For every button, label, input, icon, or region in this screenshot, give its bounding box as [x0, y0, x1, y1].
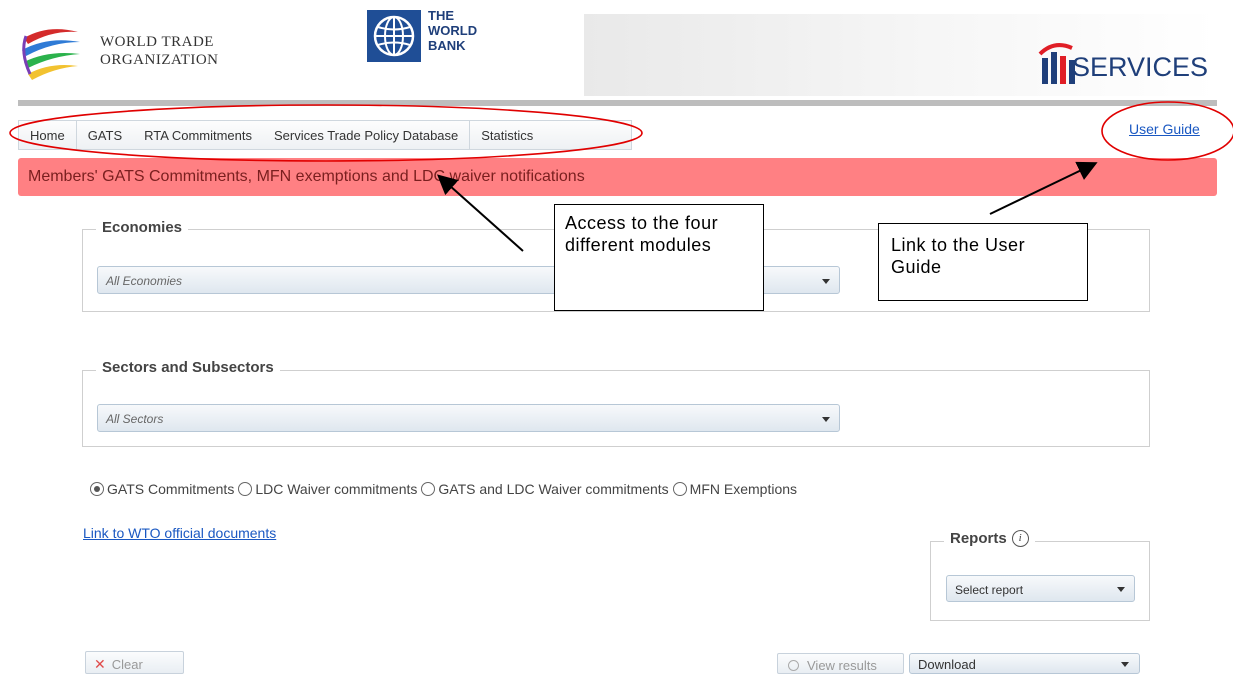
radio-label-gats-commitments: GATS Commitments: [107, 481, 235, 497]
sectors-legend: Sectors and Subsectors: [96, 359, 280, 376]
reports-legend: Reports i: [944, 530, 1035, 547]
wto-name-line1: WORLD TRADE: [100, 34, 214, 50]
user-guide-link[interactable]: User Guide: [1129, 121, 1200, 137]
radio-gats-commitments[interactable]: [90, 482, 104, 496]
radio-label-gats-and-ldc-waiver: GATS and LDC Waiver commitments: [438, 481, 669, 497]
radio-mfn-exemptions[interactable]: [672, 482, 687, 496]
download-select[interactable]: Download: [909, 653, 1140, 674]
chevron-down-icon: [1121, 662, 1129, 667]
chevron-down-icon: [822, 417, 830, 422]
view-results-label: View results: [807, 658, 877, 673]
economies-selected-value: All Economies: [106, 274, 183, 288]
page-title: Members' GATS Commitments, MFN exemption…: [18, 158, 1217, 196]
commitment-type-radios: GATS Commitments LDC Waiver commitments …: [90, 481, 801, 497]
radio-label-mfn-exemptions: MFN Exemptions: [689, 481, 798, 497]
search-icon: [788, 660, 799, 671]
wb-name-line1: THE: [428, 8, 454, 23]
wto-logo-icon: [18, 22, 88, 82]
main-nav: Home GATS RTA Commitments Services Trade…: [18, 120, 632, 150]
nav-item-rta-commitments[interactable]: RTA Commitments: [133, 121, 263, 149]
wto-official-documents-link[interactable]: Link to WTO official documents: [83, 525, 276, 541]
nav-item-gats[interactable]: GATS: [77, 121, 133, 149]
reports-selected-value: Select report: [955, 583, 1024, 597]
info-icon[interactable]: i: [1011, 530, 1029, 547]
chevron-down-icon: [1117, 587, 1125, 592]
i-tip-label: SERVICES: [1072, 52, 1209, 82]
wto-name-line2: ORGANIZATION: [100, 52, 219, 68]
close-icon: ✕: [94, 656, 106, 672]
nav-item-home[interactable]: Home: [19, 121, 77, 149]
modules-annotation-box: Access to the four different modules: [554, 204, 764, 311]
reports-legend-label: Reports: [950, 530, 1007, 547]
sectors-selected-value: All Sectors: [106, 412, 164, 426]
nav-item-statistics[interactable]: Statistics: [470, 121, 544, 149]
user-guide-annotation-box: Link to the User Guide: [878, 223, 1088, 301]
download-selected-value: Download: [918, 657, 976, 672]
view-results-button[interactable]: View results: [777, 653, 904, 674]
wb-name-line2: WORLD: [428, 23, 478, 38]
radio-ldc-waiver-commitments[interactable]: [238, 482, 253, 496]
clear-button[interactable]: ✕ Clear: [85, 651, 184, 674]
radio-label-ldc-waiver-commitments: LDC Waiver commitments: [255, 481, 418, 497]
chevron-down-icon: [822, 279, 830, 284]
clear-button-label: Clear: [111, 657, 143, 672]
wb-name-line3: BANK: [428, 38, 466, 53]
sectors-select[interactable]: All Sectors: [97, 404, 840, 432]
world-bank-globe-icon: [367, 10, 421, 62]
wto-name: WORLD TRADE ORGANIZATION: [100, 33, 219, 69]
i-tip-logo-icon: [1036, 40, 1076, 92]
radio-gats-and-ldc-waiver[interactable]: [421, 482, 436, 496]
header-divider: [18, 100, 1217, 106]
world-bank-name: THE WORLD BANK: [428, 8, 477, 53]
reports-select[interactable]: Select report: [946, 575, 1135, 602]
economies-legend: Economies: [96, 219, 189, 236]
nav-item-services-trade-policy-database[interactable]: Services Trade Policy Database: [263, 121, 471, 149]
